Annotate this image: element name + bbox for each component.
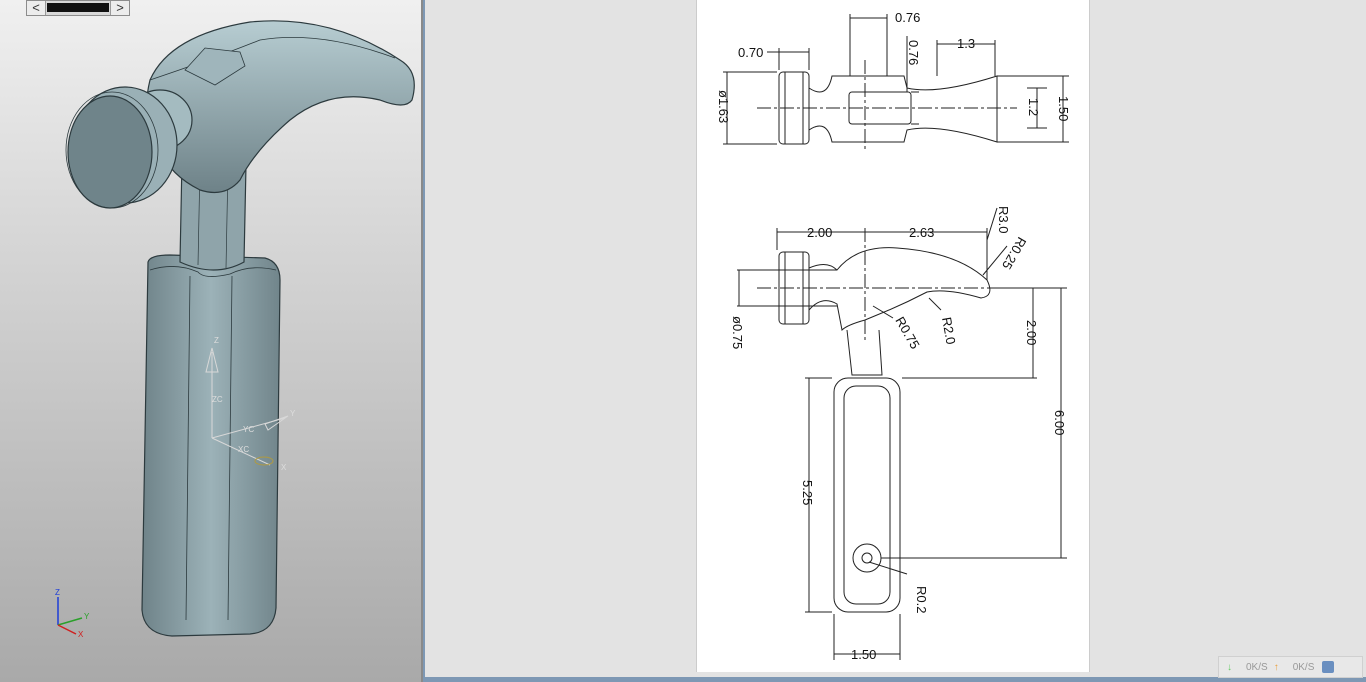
dim-side-r075: R0.75 bbox=[892, 314, 922, 352]
dim-top-1-3: 1.3 bbox=[957, 36, 975, 51]
download-speed: 0K/S bbox=[1246, 661, 1268, 673]
scroll-right-button[interactable]: > bbox=[110, 1, 129, 15]
dim-side-600: 6.00 bbox=[1052, 410, 1067, 435]
wcs-z-label: Z bbox=[214, 336, 219, 345]
hammer-drawing: 0.76 0.70 0.76 1.3 ø1.63 1.2 1.50 2.00 2… bbox=[716, 10, 1071, 662]
dim-top-150: 1.50 bbox=[1056, 96, 1071, 121]
dim-top-076: 0.76 bbox=[895, 10, 920, 25]
view-triad-icon bbox=[57, 597, 83, 635]
triad-z-label: Z bbox=[55, 588, 60, 597]
dim-side-r30: R3.0 bbox=[996, 206, 1011, 233]
dim-side-150: 1.50 bbox=[851, 647, 876, 662]
hammer-grip bbox=[141, 254, 281, 637]
dim-side-r025: R0.25 bbox=[999, 235, 1029, 273]
horizontal-scrollbar[interactable]: < > bbox=[26, 0, 130, 16]
triad-x-label: X bbox=[78, 630, 84, 639]
network-speed-widget: ↓ 0K/S ↑ 0K/S bbox=[1218, 656, 1363, 678]
wcs-xc-label: XC bbox=[238, 445, 249, 454]
dim-top-070: 0.70 bbox=[738, 45, 763, 60]
wcs-yc-label: YC bbox=[243, 425, 254, 434]
dim-top-076-vertical: 0.76 bbox=[906, 40, 921, 65]
dim-side-dia-075: ø0.75 bbox=[730, 316, 745, 349]
upload-speed: 0K/S bbox=[1292, 661, 1315, 673]
wcs-x-label: X bbox=[281, 463, 287, 472]
dim-side-r20: R2.0 bbox=[939, 316, 959, 346]
upload-arrow-icon: ↑ bbox=[1273, 661, 1279, 673]
dim-top-dia-163: ø1.63 bbox=[716, 90, 731, 123]
dim-side-200: 2.00 bbox=[807, 225, 832, 240]
scroll-thumb[interactable] bbox=[47, 3, 109, 12]
hammer-model-view: Z ZC YC Y XC X Z Y X bbox=[55, 20, 415, 639]
network-app-icon[interactable] bbox=[1322, 661, 1335, 673]
dim-side-263: 2.63 bbox=[909, 225, 934, 240]
engineering-drawing-sheet: 0.76 0.70 0.76 1.3 ø1.63 1.2 1.50 2.00 2… bbox=[696, 0, 1090, 672]
download-arrow-icon: ↓ bbox=[1227, 661, 1232, 673]
3d-viewport[interactable]: Z ZC YC Y XC X Z Y X < > bbox=[0, 0, 423, 682]
dim-top-1-2: 1.2 bbox=[1026, 98, 1041, 116]
wcs-zc-label: ZC bbox=[212, 395, 223, 404]
wcs-y-label: Y bbox=[290, 409, 296, 418]
scroll-left-button[interactable]: < bbox=[27, 1, 46, 15]
hammer-striking-face bbox=[67, 95, 153, 209]
dim-side-r02: R0.2 bbox=[914, 586, 929, 613]
dim-side-200-vertical: 2.00 bbox=[1024, 320, 1039, 345]
dim-side-525: 5.25 bbox=[800, 480, 815, 505]
triad-y-label: Y bbox=[84, 612, 90, 621]
